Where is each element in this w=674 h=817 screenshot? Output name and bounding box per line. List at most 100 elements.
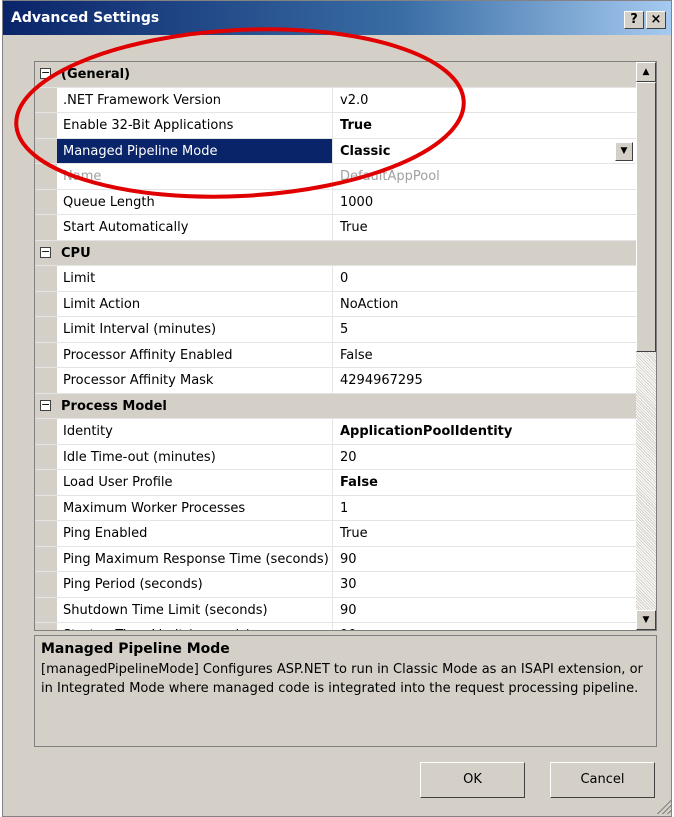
property-row-limit-action[interactable]: Limit Action NoAction xyxy=(35,291,636,317)
collapse-icon[interactable]: − xyxy=(40,246,51,258)
ok-button[interactable]: OK xyxy=(420,762,525,798)
row-gutter xyxy=(35,266,57,291)
category-general[interactable]: − (General) xyxy=(35,62,636,88)
row-gutter xyxy=(35,419,57,444)
cancel-button[interactable]: Cancel xyxy=(550,762,655,798)
row-gutter xyxy=(35,291,57,316)
property-name: Name xyxy=(57,164,333,189)
property-name: Ping Enabled xyxy=(57,521,333,546)
property-row-ping-max-response-time[interactable]: Ping Maximum Response Time (seconds) 90 xyxy=(35,546,636,572)
property-row-max-worker-processes[interactable]: Maximum Worker Processes 1 xyxy=(35,495,636,521)
row-gutter xyxy=(35,572,57,597)
property-row-load-user-profile[interactable]: Load User Profile False xyxy=(35,470,636,496)
vertical-scrollbar[interactable]: ▲ ▼ xyxy=(636,62,656,630)
property-value[interactable]: 0 xyxy=(333,266,636,291)
property-row-enable-32bit[interactable]: Enable 32-Bit Applications True xyxy=(35,113,636,139)
row-gutter xyxy=(35,138,57,163)
row-gutter xyxy=(35,342,57,367)
description-panel: Managed Pipeline Mode [managedPipelineMo… xyxy=(34,635,657,747)
property-row-startup-time-limit[interactable]: Startup Time Limit (seconds) 90 xyxy=(35,623,636,630)
row-gutter xyxy=(35,521,57,546)
property-name: Load User Profile xyxy=(57,470,333,495)
property-value[interactable]: v2.0 xyxy=(333,88,636,113)
scroll-down-icon[interactable]: ▼ xyxy=(636,610,656,630)
property-name: Startup Time Limit (seconds) xyxy=(57,623,333,630)
property-name: Idle Time-out (minutes) xyxy=(57,444,333,469)
property-value[interactable]: 4294967295 xyxy=(333,368,636,393)
property-name: Processor Affinity Mask xyxy=(57,368,333,393)
category-label: (General) xyxy=(61,67,131,82)
property-row-processor-affinity-mask[interactable]: Processor Affinity Mask 4294967295 xyxy=(35,368,636,394)
property-name: Shutdown Time Limit (seconds) xyxy=(57,597,333,622)
collapse-icon[interactable]: − xyxy=(40,67,51,79)
resize-grip-icon[interactable] xyxy=(653,796,671,814)
row-gutter xyxy=(35,113,57,138)
dialog-title: Advanced Settings xyxy=(11,10,160,26)
property-name: Enable 32-Bit Applications xyxy=(57,113,333,138)
property-name: Maximum Worker Processes xyxy=(57,495,333,520)
row-gutter xyxy=(35,215,57,240)
property-value[interactable]: 1 xyxy=(333,496,636,521)
property-row-start-automatically[interactable]: Start Automatically True xyxy=(35,215,636,241)
row-gutter xyxy=(35,495,57,520)
close-button[interactable]: × xyxy=(646,11,666,29)
category-cpu[interactable]: − CPU xyxy=(35,240,636,266)
title-bar[interactable]: Advanced Settings ? × xyxy=(3,1,671,35)
description-title: Managed Pipeline Mode xyxy=(41,641,230,657)
property-value[interactable]: True xyxy=(333,113,636,138)
property-name: Queue Length xyxy=(57,189,333,214)
scroll-up-icon[interactable]: ▲ xyxy=(636,62,656,82)
property-value[interactable]: True xyxy=(333,521,636,546)
category-label: CPU xyxy=(61,245,91,261)
property-value[interactable]: False xyxy=(333,343,636,368)
property-value[interactable]: False xyxy=(333,470,636,495)
property-value[interactable]: True xyxy=(333,215,636,240)
property-value[interactable]: NoAction xyxy=(333,292,636,317)
collapse-icon[interactable]: − xyxy=(40,399,51,411)
property-value: DefaultAppPool xyxy=(340,169,440,184)
property-value[interactable]: 90 xyxy=(333,598,636,623)
property-row-queue-length[interactable]: Queue Length 1000 xyxy=(35,189,636,215)
property-value[interactable]: 30 xyxy=(333,572,636,597)
property-row-ping-period[interactable]: Ping Period (seconds) 30 xyxy=(35,572,636,598)
property-value-dropdown[interactable]: Classic xyxy=(333,139,636,164)
property-grid: − (General) .NET Framework Version v2.0 … xyxy=(34,61,657,631)
category-process-model[interactable]: − Process Model xyxy=(35,393,636,419)
row-gutter xyxy=(35,546,57,571)
property-row-identity[interactable]: Identity ApplicationPoolIdentity xyxy=(35,419,636,445)
chevron-down-icon[interactable]: ▼ xyxy=(615,141,633,161)
row-gutter xyxy=(35,317,57,342)
property-value[interactable]: ApplicationPoolIdentity xyxy=(333,419,636,444)
property-value[interactable]: 1000 xyxy=(333,190,636,215)
property-name: .NET Framework Version xyxy=(57,87,333,112)
category-label: Process Model xyxy=(61,398,167,414)
property-name: Limit Interval (minutes) xyxy=(57,317,333,342)
property-value[interactable]: 90 xyxy=(333,623,636,630)
property-value[interactable]: 20 xyxy=(333,445,636,470)
row-gutter xyxy=(35,623,57,630)
row-gutter xyxy=(35,470,57,495)
description-text: [managedPipelineMode] Configures ASP.NET… xyxy=(41,662,643,696)
property-rows: − (General) .NET Framework Version v2.0 … xyxy=(35,62,636,630)
row-gutter xyxy=(35,189,57,214)
property-name: Start Automatically xyxy=(57,215,333,240)
property-row-processor-affinity-enabled[interactable]: Processor Affinity Enabled False xyxy=(35,342,636,368)
property-row-ping-enabled[interactable]: Ping Enabled True xyxy=(35,521,636,547)
property-value[interactable]: 5 xyxy=(333,317,636,342)
property-row-limit-interval[interactable]: Limit Interval (minutes) 5 xyxy=(35,317,636,343)
scroll-thumb[interactable] xyxy=(636,82,656,352)
property-name: Identity xyxy=(57,419,333,444)
property-row-idle-timeout[interactable]: Idle Time-out (minutes) 20 xyxy=(35,444,636,470)
property-row-shutdown-time-limit[interactable]: Shutdown Time Limit (seconds) 90 xyxy=(35,597,636,623)
property-row-name[interactable]: Name DefaultAppPool xyxy=(35,164,636,190)
property-row-limit[interactable]: Limit 0 xyxy=(35,266,636,292)
property-name: Limit Action xyxy=(57,291,333,316)
help-button[interactable]: ? xyxy=(624,11,644,29)
property-value[interactable]: 90 xyxy=(333,547,636,572)
property-row-managed-pipeline-mode[interactable]: Managed Pipeline Mode Classic ▼ xyxy=(35,138,636,164)
property-name: Processor Affinity Enabled xyxy=(57,342,333,367)
row-gutter xyxy=(35,444,57,469)
row-gutter xyxy=(35,368,57,393)
row-gutter xyxy=(35,164,57,189)
property-row-net-framework-version[interactable]: .NET Framework Version v2.0 xyxy=(35,87,636,113)
